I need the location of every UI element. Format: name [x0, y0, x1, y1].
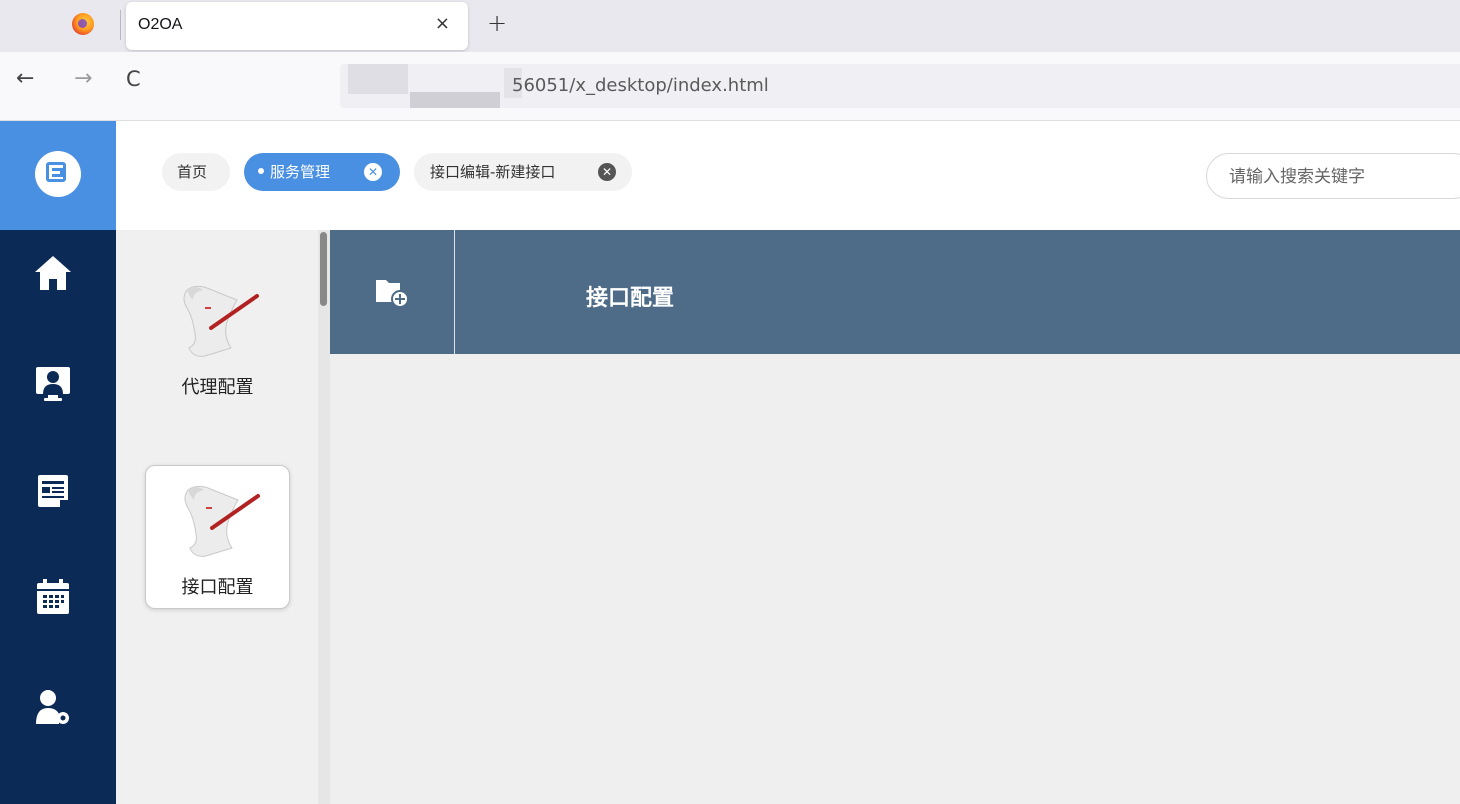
scroll-pen-icon [184, 485, 260, 557]
module-label: 代理配置 [181, 377, 254, 398]
tab-chip-label: 接口编辑-新建接口 [430, 163, 556, 181]
search-input[interactable] [1227, 164, 1451, 190]
tab-close-icon[interactable]: × [435, 13, 450, 34]
tab-chip-label: 首页 [177, 163, 208, 181]
redacted-block [348, 64, 408, 94]
toolbar-divider [454, 230, 455, 354]
module-proxy-config[interactable]: 代理配置 [145, 266, 290, 410]
user-settings-icon[interactable] [32, 686, 74, 728]
firefox-icon[interactable] [72, 13, 94, 35]
main-content-area [330, 354, 1460, 804]
reload-icon[interactable]: C [126, 67, 141, 91]
scroll-pen-icon [183, 285, 259, 357]
app-header: 首页 服务管理 ✕ 接口编辑-新建接口 ✕ [116, 121, 1460, 230]
forward-icon[interactable]: → [74, 66, 92, 91]
home-icon[interactable] [32, 252, 74, 294]
tab-chip-service-management[interactable]: 服务管理 ✕ [244, 153, 400, 191]
search-box[interactable] [1206, 153, 1460, 199]
browser-navbar: ← → C 56051/x_desktop/index.html [0, 52, 1460, 121]
back-icon[interactable]: ← [16, 66, 34, 91]
module-interface-config[interactable]: 接口配置 [145, 465, 290, 609]
module-scrollbar[interactable] [318, 230, 330, 804]
module-label: 接口配置 [181, 577, 254, 598]
browser-tabbar: O2OA × + [0, 0, 1460, 52]
calendar-grid-icon[interactable] [32, 576, 74, 618]
scrollbar-thumb[interactable] [320, 232, 327, 306]
tab-chip-interface-edit[interactable]: 接口编辑-新建接口 ✕ [414, 153, 632, 191]
browser-tab[interactable]: O2OA × [126, 2, 468, 50]
monitor-user-icon[interactable] [32, 362, 74, 404]
toolbar-title: 接口配置 [586, 286, 675, 311]
close-icon[interactable]: ✕ [364, 163, 382, 181]
tab-chip-label: 服务管理 [270, 163, 331, 181]
url-text: 56051/x_desktop/index.html [512, 75, 769, 96]
redacted-block [410, 92, 500, 108]
new-tab-button[interactable]: + [487, 9, 507, 37]
left-nav [0, 230, 116, 804]
tab-title: O2OA [138, 16, 183, 33]
app-logo-button[interactable] [0, 121, 116, 230]
main-toolbar: 接口配置 [330, 230, 1460, 354]
active-dot-icon [258, 167, 264, 174]
folder-add-icon[interactable] [374, 274, 410, 308]
calendar-notes-icon[interactable] [32, 470, 74, 512]
tab-chip-home[interactable]: 首页 [162, 153, 230, 191]
tab-separator [120, 10, 121, 40]
app-logo-icon [35, 151, 81, 197]
address-bar[interactable]: 56051/x_desktop/index.html [340, 64, 1460, 108]
close-icon[interactable]: ✕ [598, 163, 616, 181]
